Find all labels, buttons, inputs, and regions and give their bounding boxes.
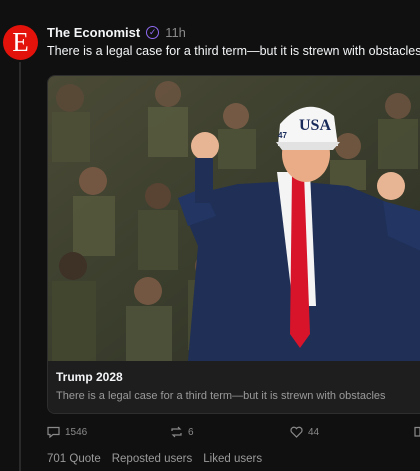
link-title: Trump 2028 — [56, 370, 123, 384]
avatar-letter: E — [12, 27, 29, 57]
post-text: There is a legal case for a third term—b… — [47, 44, 420, 58]
author-name[interactable]: The Economist — [47, 25, 140, 40]
quote-link[interactable]: 701 Quote — [47, 453, 101, 465]
reposted-users-link[interactable]: Reposted users — [112, 453, 193, 465]
action-bar: 1546 6 44 — [0, 426, 420, 442]
cap-text: USA — [299, 117, 331, 134]
post-header: The Economist ✓ 11h — [47, 25, 186, 40]
avatar[interactable]: E — [3, 25, 38, 60]
share-button[interactable] — [414, 426, 420, 438]
repost-count: 6 — [188, 426, 194, 438]
post-time[interactable]: 11h — [165, 25, 186, 40]
repost-button[interactable]: 6 — [170, 426, 194, 438]
heart-icon — [290, 426, 303, 438]
like-button[interactable]: 44 — [290, 426, 319, 438]
repost-icon — [171, 426, 182, 438]
liked-users-link[interactable]: Liked users — [203, 453, 262, 465]
share-icon — [414, 426, 420, 437]
reply-button[interactable]: 1546 — [47, 426, 87, 438]
link-card[interactable]: USA 47 Trump 2028 There is a legal case … — [47, 75, 420, 414]
link-description: There is a legal case for a third term—b… — [56, 390, 386, 402]
cap-side-text: 47 — [278, 131, 287, 140]
reply-icon — [47, 426, 60, 438]
post-footer: 701 Quote Reposted users Liked users — [47, 453, 262, 465]
thread-line — [19, 62, 21, 471]
article-photo: USA 47 — [48, 76, 420, 361]
reply-count: 1546 — [65, 426, 88, 438]
verified-icon: ✓ — [146, 26, 160, 39]
link-info[interactable]: Trump 2028 There is a legal case for a t… — [48, 361, 420, 413]
like-count: 44 — [308, 426, 320, 438]
